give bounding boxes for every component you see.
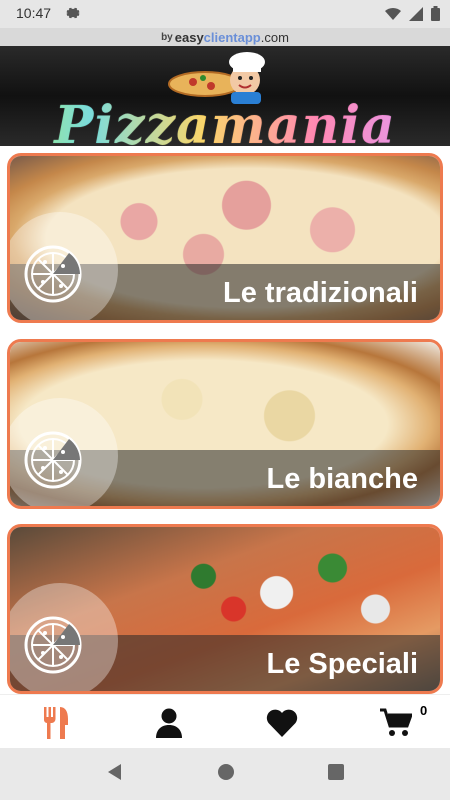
battery-icon xyxy=(431,6,440,26)
brand-bar: by easy clientapp .com xyxy=(0,28,450,46)
brand-com: .com xyxy=(260,29,289,45)
category-card-tradizionali[interactable]: Le tradizionali xyxy=(7,153,443,323)
cart-count-badge: 0 xyxy=(420,703,428,718)
status-time: 10:47 xyxy=(16,5,52,21)
wifi-icon xyxy=(385,7,401,26)
home-icon[interactable] xyxy=(217,763,235,786)
app-header: Pizzamania xyxy=(0,46,450,146)
back-icon[interactable] xyxy=(106,763,124,786)
category-label: Le tradizionali xyxy=(223,277,418,309)
bottom-nav: 0 xyxy=(0,694,450,748)
nav-menu-button[interactable] xyxy=(40,707,72,739)
pizza-icon xyxy=(24,431,82,489)
category-card-bianche[interactable]: Le bianche xyxy=(7,339,443,509)
category-card-speciali[interactable]: Le Speciali xyxy=(7,524,443,694)
pizza-icon xyxy=(24,245,82,303)
recents-icon[interactable] xyxy=(327,763,344,785)
nav-cart-button[interactable] xyxy=(380,707,412,739)
status-bar: 10:47 xyxy=(0,0,450,28)
pizza-icon xyxy=(24,616,82,674)
brand-client: clientapp xyxy=(203,29,261,45)
nav-user-button[interactable] xyxy=(153,707,185,739)
nav-favorites-button[interactable] xyxy=(266,707,298,739)
heart-icon xyxy=(266,709,298,737)
brand-easy: easy xyxy=(174,29,204,45)
brand-by: by xyxy=(161,31,173,43)
category-label: Le Speciali xyxy=(266,648,418,680)
fork-knife-icon xyxy=(44,707,68,739)
system-nav-bar xyxy=(0,748,450,800)
cart-icon xyxy=(380,708,412,736)
user-icon xyxy=(156,708,182,738)
gear-icon xyxy=(66,6,80,25)
app-logo-text: Pizzamania xyxy=(0,96,450,147)
signal-icon xyxy=(409,6,423,26)
category-label: Le bianche xyxy=(266,463,419,495)
